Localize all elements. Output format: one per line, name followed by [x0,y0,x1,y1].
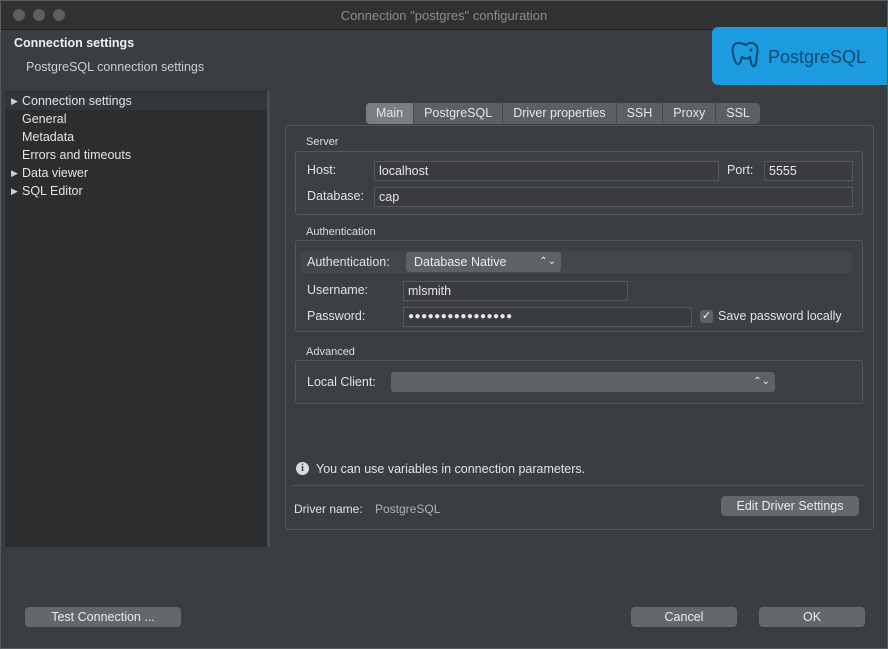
sidebar-item-connection-settings[interactable]: ▶ Connection settings [5,92,267,110]
username-input[interactable]: mlsmith [403,281,628,301]
tab-driver-properties[interactable]: Driver properties [503,103,617,124]
expand-arrow-icon[interactable]: ▶ [11,92,18,110]
cancel-button[interactable]: Cancel [631,607,737,627]
expand-arrow-icon[interactable]: ▶ [11,182,18,200]
tab-main[interactable]: Main [366,103,415,124]
save-password-checkbox[interactable]: ✓ [700,310,713,323]
username-label: Username: [307,283,369,297]
settings-sidebar: ▶ Connection settings General Metadata E… [5,91,267,547]
save-password-label: Save password locally [718,309,842,323]
tab-postgresql[interactable]: PostgreSQL [414,103,504,124]
postgresql-logo: PostgreSQL [712,27,887,85]
driver-name-label: Driver name: [294,502,363,516]
driver-divider [291,485,865,486]
title-bar: Connection "postgres" configuration [1,1,887,30]
host-input[interactable]: localhost [374,161,719,181]
logo-text: PostgreSQL [768,47,867,67]
sidebar-item-label: Data viewer [22,166,88,180]
local-client-label: Local Client: [307,375,376,389]
sidebar-item-general[interactable]: General [5,110,267,128]
window-title: Connection "postgres" configuration [340,8,548,23]
variables-info-text: You can use variables in connection para… [316,462,586,476]
page-subtitle: PostgreSQL connection settings [26,60,205,74]
expand-arrow-icon[interactable]: ▶ [11,164,18,182]
connection-config-window: Connection "postgres" configuration Conn… [0,0,888,649]
sidebar-item-sql-editor[interactable]: ▶ SQL Editor [5,182,267,200]
sidebar-item-label: SQL Editor [22,184,83,198]
sidebar-item-label: Connection settings [22,94,132,108]
edit-driver-settings-button[interactable]: Edit Driver Settings [721,496,859,516]
local-client-select[interactable]: ⌃⌄ [391,372,775,392]
port-label: Port: [727,163,754,177]
password-label: Password: [307,309,366,323]
password-input[interactable]: ●●●●●●●●●●●●●●●● [403,307,692,327]
driver-name-value: PostgreSQL [375,502,441,516]
dialog-footer [1,547,887,648]
auth-group-label: Authentication [306,226,376,238]
info-icon: i [296,462,309,475]
authentication-label: Authentication: [307,255,390,269]
test-connection-button[interactable]: Test Connection ... [25,607,181,627]
authentication-select-value: Database Native [414,255,507,269]
ok-button[interactable]: OK [759,607,865,627]
sidebar-item-label: Errors and timeouts [22,148,132,162]
select-updown-icon: ⌃⌄ [753,376,770,387]
elephant-icon [731,41,759,68]
sidebar-item-errors-timeouts[interactable]: Errors and timeouts [5,146,267,164]
select-updown-icon: ⌃⌄ [539,256,556,267]
page-title: Connection settings [14,36,135,50]
advanced-group-label: Advanced [306,346,355,358]
tab-proxy[interactable]: Proxy [663,103,717,124]
host-label: Host: [307,163,337,177]
sidebar-item-label: Metadata [22,130,75,144]
settings-tabs: Main PostgreSQL Driver properties SSH Pr… [366,103,760,124]
tab-ssl[interactable]: SSL [716,103,760,124]
server-group-label: Server [306,136,339,148]
sidebar-item-data-viewer[interactable]: ▶ Data viewer [5,164,267,182]
sidebar-item-metadata[interactable]: Metadata [5,128,267,146]
tab-ssh[interactable]: SSH [617,103,664,124]
database-label: Database: [307,189,364,203]
authentication-select[interactable]: Database Native ⌃⌄ [406,252,561,272]
database-input[interactable]: cap [374,187,853,207]
sidebar-item-label: General [22,112,67,126]
port-input[interactable]: 5555 [764,161,853,181]
